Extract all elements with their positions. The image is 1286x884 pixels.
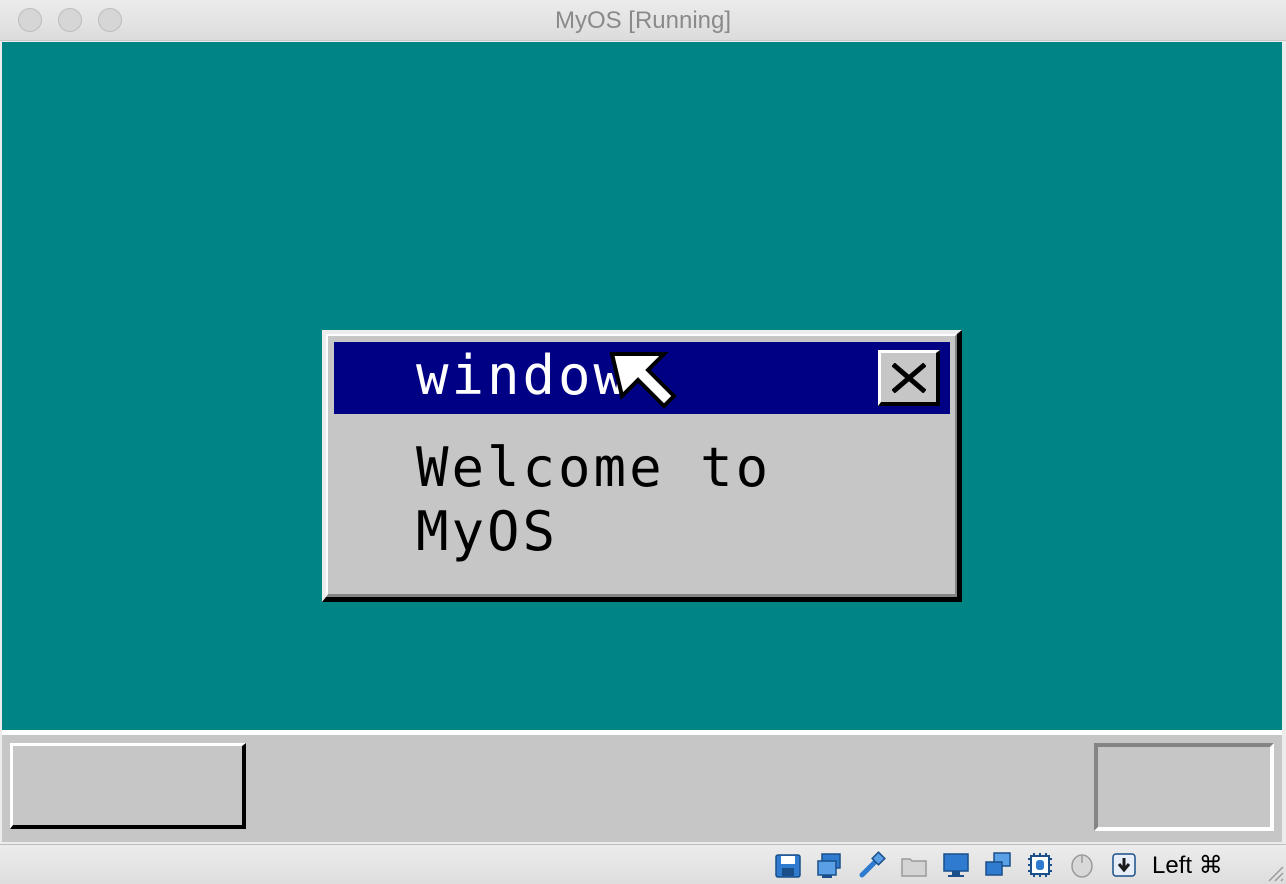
message-line-1: Welcome to [416,436,772,499]
mouse-cursor-icon [609,352,677,409]
resize-grip-icon[interactable] [1264,862,1284,882]
optical-drive-icon[interactable] [816,851,844,879]
close-icon [891,362,926,393]
hard-disk-icon[interactable] [774,851,802,879]
guest-desktop[interactable]: window Welcome to MyOS [2,42,1282,842]
keyboard-capture-icon[interactable] [1110,851,1138,879]
display-icon[interactable] [942,851,970,879]
start-button[interactable] [10,743,246,829]
mouse-integration-icon[interactable] [1068,851,1096,879]
shared-folder-icon[interactable] [900,851,928,879]
vm-status-bar: Left ⌘ [0,844,1286,884]
window-title: window [416,344,630,407]
host-window-title: MyOS [Running] [554,7,732,34]
window-message: Welcome to MyOS [416,436,771,564]
message-line-2: MyOS [416,500,559,563]
window-close-button[interactable] [878,350,940,406]
taskbar [2,730,1282,842]
system-tray [1094,743,1274,831]
usb-icon[interactable] [858,851,886,879]
host-key-label: Left ⌘ [1152,852,1223,879]
network-icon[interactable] [984,851,1012,879]
host-title-bar: MyOS [Running] [0,0,1286,41]
cpu-icon[interactable] [1026,851,1054,879]
